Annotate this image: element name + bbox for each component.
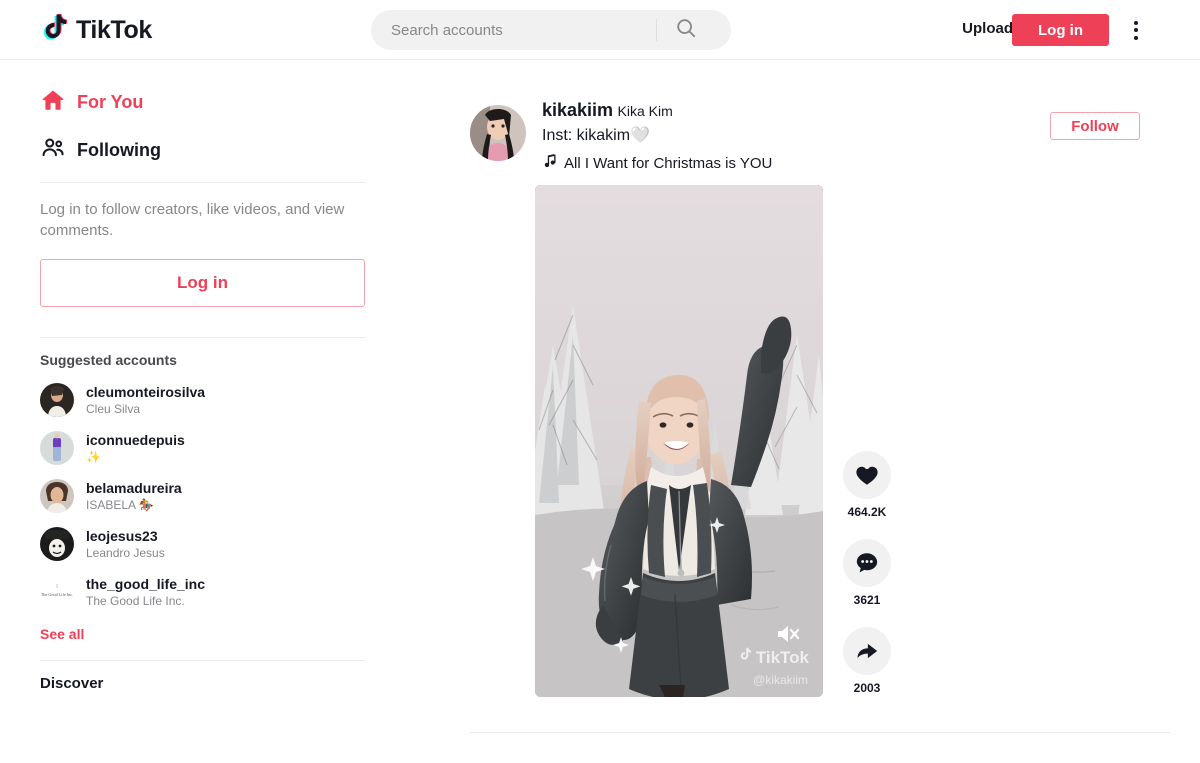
kebab-menu-icon[interactable] [1120, 14, 1152, 46]
sidebar-divider-1 [40, 182, 365, 183]
see-all-link[interactable]: See all [40, 626, 84, 642]
post-music-title: All I Want for Christmas is YOU [564, 155, 772, 172]
kebab-dot [1134, 36, 1138, 40]
search-icon [675, 17, 697, 44]
avatar [40, 527, 74, 561]
video-actions: 464.2K 3621 [843, 451, 891, 697]
account-username: iconnuedepuis [86, 431, 185, 449]
account-nickname: The Good Life Inc. [86, 593, 205, 610]
upload-link[interactable]: Upload [962, 20, 1013, 37]
tiktok-logo[interactable]: TikTok [40, 13, 152, 47]
avatar: The Good Life Inc. [40, 575, 74, 609]
avatar [40, 479, 74, 513]
speaker-muted-icon[interactable] [775, 623, 801, 645]
sidebar-item-following[interactable]: Following [40, 134, 365, 166]
list-item[interactable]: belamadureira ISABELA 🏇 [40, 472, 365, 520]
people-icon [40, 135, 66, 166]
video-frame [535, 185, 823, 697]
login-button-header[interactable]: Log in [1012, 14, 1109, 46]
sidebar-item-for-you[interactable]: For You [40, 86, 365, 118]
account-username: the_good_life_inc [86, 575, 205, 593]
feed-divider [470, 732, 1170, 733]
home-icon [40, 87, 66, 118]
tiktok-watermark: TikTok [738, 647, 809, 669]
post-username[interactable]: kikakiim [542, 100, 613, 120]
top-header: TikTok Upload Log in [0, 0, 1200, 60]
share-count: 2003 [854, 681, 881, 695]
tiktok-watermark-text: TikTok [756, 648, 809, 668]
post-nickname: Kika Kim [618, 103, 673, 119]
svg-text:The Good Life Inc.: The Good Life Inc. [41, 592, 73, 597]
video-feed: kikakiim Kika Kim Inst: kikakim🤍 All I W… [470, 60, 1170, 763]
list-item[interactable]: iconnuedepuis ✨ [40, 424, 365, 472]
account-nickname: ISABELA 🏇 [86, 497, 182, 514]
post-music[interactable]: All I Want for Christmas is YOU [542, 153, 1170, 173]
follow-button[interactable]: Follow [1050, 112, 1140, 140]
tiktok-wordmark: TikTok [76, 16, 152, 45]
like-count: 464.2K [848, 505, 887, 519]
account-username: leojesus23 [86, 527, 165, 545]
avatar [40, 431, 74, 465]
sidebar-item-label: For You [77, 92, 143, 113]
watermark-handle: @kikakiim [753, 673, 808, 687]
music-note-icon [542, 153, 557, 173]
kebab-dot [1134, 28, 1138, 32]
comment-count: 3621 [854, 593, 881, 607]
suggested-accounts-title: Suggested accounts [40, 352, 365, 368]
sidebar-divider-2 [40, 337, 365, 338]
avatar[interactable] [470, 105, 526, 161]
list-item[interactable]: The Good Life Inc. the_good_life_inc The… [40, 568, 365, 616]
account-nickname: Leandro Jesus [86, 545, 165, 562]
avatar [40, 383, 74, 417]
share-button[interactable]: 2003 [843, 627, 891, 695]
video-post: kikakiim Kika Kim Inst: kikakim🤍 All I W… [470, 60, 1170, 697]
comment-icon [843, 539, 891, 587]
video-player[interactable]: TikTok @kikakiim [535, 185, 823, 697]
search-input[interactable] [371, 11, 656, 49]
account-nickname: ✨ [86, 449, 185, 466]
tiktok-note-icon [40, 13, 70, 47]
search-bar[interactable] [371, 10, 731, 50]
account-nickname: Cleu Silva [86, 401, 205, 418]
list-item[interactable]: cleumonteirosilva Cleu Silva [40, 376, 365, 424]
discover-title: Discover [40, 675, 365, 692]
heart-icon [843, 451, 891, 499]
search-button[interactable] [657, 11, 715, 49]
account-username: cleumonteirosilva [86, 383, 205, 401]
tiktok-note-icon [738, 647, 753, 669]
login-button-sidebar[interactable]: Log in [40, 259, 365, 307]
like-button[interactable]: 464.2K [843, 451, 891, 519]
sidebar: For You Following Log in to follow creat… [40, 60, 365, 763]
comment-button[interactable]: 3621 [843, 539, 891, 607]
kebab-dot [1134, 21, 1138, 25]
login-prompt-text: Log in to follow creators, like videos, … [40, 199, 365, 241]
sidebar-divider-3 [40, 660, 365, 661]
share-icon [843, 627, 891, 675]
video-row: TikTok @kikakiim 464.2K [535, 185, 1170, 697]
account-username: belamadureira [86, 479, 182, 497]
list-item[interactable]: leojesus23 Leandro Jesus [40, 520, 365, 568]
sidebar-item-label: Following [77, 140, 161, 161]
